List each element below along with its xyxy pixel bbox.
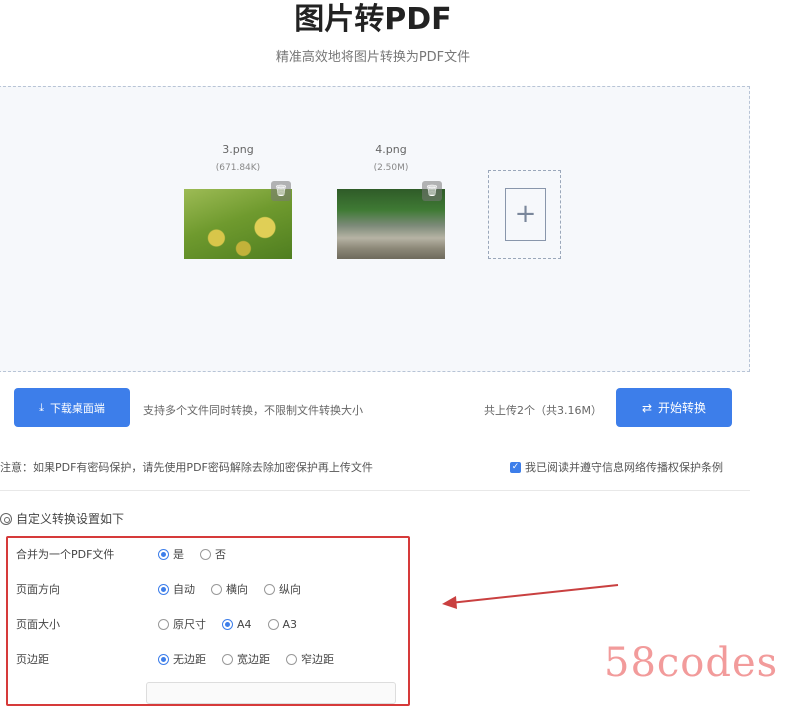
trash-icon[interactable]: 🗑 bbox=[422, 181, 442, 201]
swap-icon: ⇄ bbox=[641, 400, 653, 415]
radio-option[interactable]: 宽边距 bbox=[222, 651, 270, 667]
trash-icon[interactable]: 🗑 bbox=[271, 181, 291, 201]
password-notice: 注意：如果PDF有密码保护，请先使用PDF密码解除去除加密保护再上传文件 bbox=[0, 461, 373, 474]
page-title: 图片转PDF bbox=[294, 2, 452, 37]
settings-heading: 自定义转换设置如下 bbox=[0, 510, 124, 527]
radio-option[interactable]: A3 bbox=[267, 618, 297, 631]
convert-label: 开始转换 bbox=[658, 401, 707, 415]
setting-row-page-size: 页面大小 原尺寸 A4 A3 bbox=[16, 614, 313, 634]
add-file-button[interactable]: + bbox=[488, 170, 561, 259]
upload-count: 共上传2个（共3.16M） bbox=[484, 404, 602, 417]
file-item-2: 4.png (2.50M) 🗑 bbox=[337, 143, 445, 259]
agreement-label: 我已阅读并遵守信息网络传播权保护条例 bbox=[525, 461, 723, 474]
setting-row-margin: 页边距 无边距 宽边距 窄边距 bbox=[16, 649, 350, 669]
radio-option[interactable]: 窄边距 bbox=[286, 651, 334, 667]
upload-hint: 支持多个文件同时转换，不限制文件转换大小 bbox=[143, 404, 363, 417]
plus-icon: + bbox=[505, 188, 546, 241]
file-item-1: 3.png (671.84K) 🗑 bbox=[184, 143, 292, 259]
file-name: 4.png bbox=[375, 143, 407, 156]
file-name: 3.png bbox=[222, 143, 254, 156]
radio-option[interactable]: 纵向 bbox=[264, 581, 301, 597]
password-input[interactable] bbox=[146, 682, 396, 704]
gear-icon bbox=[0, 512, 12, 525]
page-subtitle: 精准高效地将图片转换为PDF文件 bbox=[275, 50, 471, 65]
radio-option[interactable]: 无边距 bbox=[158, 651, 206, 667]
settings-title: 自定义转换设置如下 bbox=[16, 512, 125, 526]
download-label: 下载桌面端 bbox=[49, 401, 105, 415]
download-icon: ⤓ bbox=[39, 400, 44, 414]
setting-row-orientation: 页面方向 自动 横向 纵向 bbox=[16, 579, 317, 599]
settings-panel: 合并为一个PDF文件 是 否 页面方向 自动 横向 纵向 页面大小 原尺寸 A4… bbox=[6, 536, 410, 706]
radio-option[interactable]: A4 bbox=[222, 618, 252, 631]
checkbox-checked-icon[interactable]: ✓ bbox=[510, 461, 521, 473]
agreement-checkbox-row[interactable]: ✓ 我已阅读并遵守信息网络传播权保护条例 bbox=[510, 459, 723, 475]
watermark: 58codes bbox=[604, 640, 779, 686]
setting-label: 页面大小 bbox=[16, 618, 60, 631]
setting-label: 页边距 bbox=[16, 653, 49, 666]
setting-label: 合并为一个PDF文件 bbox=[16, 548, 115, 561]
divider bbox=[0, 490, 750, 491]
start-convert-button[interactable]: ⇄ 开始转换 bbox=[616, 388, 732, 427]
setting-label: 页面方向 bbox=[16, 583, 60, 596]
radio-option[interactable]: 原尺寸 bbox=[158, 616, 206, 632]
radio-option[interactable]: 横向 bbox=[211, 581, 248, 597]
radio-option[interactable]: 否 bbox=[200, 546, 226, 562]
radio-option[interactable]: 自动 bbox=[158, 581, 195, 597]
file-size: (2.50M) bbox=[373, 163, 409, 173]
setting-row-merge: 合并为一个PDF文件 是 否 bbox=[16, 544, 242, 564]
download-desktop-button[interactable]: ⤓ 下载桌面端 bbox=[14, 388, 130, 427]
radio-option[interactable]: 是 bbox=[158, 546, 184, 562]
file-size: (671.84K) bbox=[215, 163, 261, 173]
annotation-arrow bbox=[442, 584, 619, 609]
